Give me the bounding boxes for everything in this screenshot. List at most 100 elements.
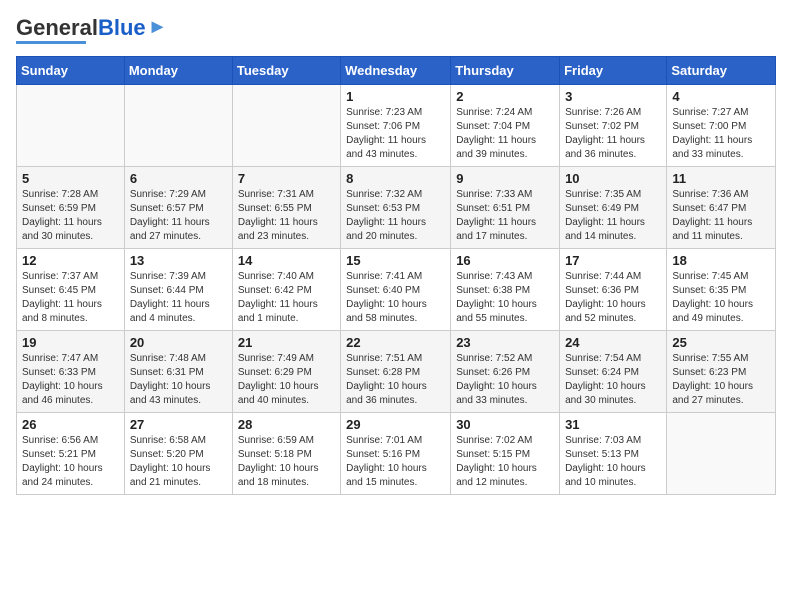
calendar-day-cell: 25 Sunrise: 7:55 AM Sunset: 6:23 PM Dayli… <box>667 331 776 413</box>
day-info: Sunrise: 7:27 AM Sunset: 7:00 PM Dayligh… <box>672 106 770 162</box>
calendar-day-cell: 12Sunrise: 7:37 AM Sunset: 6:45 PM Dayli… <box>17 249 125 331</box>
weekday-header-friday: Friday <box>560 57 667 85</box>
day-info: Sunrise: 7:03 AM Sunset: 5:13 PM Dayligh… <box>565 434 661 490</box>
day-number: 15 <box>346 253 445 268</box>
day-number: 7 <box>238 171 335 186</box>
day-number: 8 <box>346 171 445 186</box>
day-number: 30 <box>456 417 554 432</box>
day-number: 20 <box>130 335 227 350</box>
weekday-header-saturday: Saturday <box>667 57 776 85</box>
calendar-week-row: 19 Sunrise: 7:47 AM Sunset: 6:33 PM Dayli… <box>17 331 776 413</box>
day-number: 24 <box>565 335 661 350</box>
day-number: 18 <box>672 253 770 268</box>
calendar-empty-cell <box>667 413 776 495</box>
calendar-day-cell: 3 Sunrise: 7:26 AM Sunset: 7:02 PM Daylig… <box>560 85 667 167</box>
calendar-day-cell: 28Sunrise: 6:59 AM Sunset: 5:18 PM Dayli… <box>232 413 340 495</box>
day-info: Sunrise: 7:24 AM Sunset: 7:04 PM Dayligh… <box>456 106 554 162</box>
calendar-day-cell: 21Sunrise: 7:49 AM Sunset: 6:29 PM Dayli… <box>232 331 340 413</box>
calendar-table: SundayMondayTuesdayWednesdayThursdayFrid… <box>16 56 776 495</box>
day-number: 1 <box>346 89 445 104</box>
day-info: Sunrise: 7:32 AM Sunset: 6:53 PM Dayligh… <box>346 188 445 244</box>
day-number: 27 <box>130 417 227 432</box>
logo-text: GeneralBlue <box>16 17 146 39</box>
logo-underline <box>16 41 86 44</box>
day-number: 6 <box>130 171 227 186</box>
calendar-day-cell: 1 Sunrise: 7:23 AM Sunset: 7:06 PM Daylig… <box>341 85 451 167</box>
calendar-empty-cell <box>124 85 232 167</box>
day-number: 4 <box>672 89 770 104</box>
calendar-day-cell: 31 Sunrise: 7:03 AM Sunset: 5:13 PM Dayli… <box>560 413 667 495</box>
calendar-day-cell: 16 Sunrise: 7:43 AM Sunset: 6:38 PM Dayli… <box>451 249 560 331</box>
day-number: 11 <box>672 171 770 186</box>
day-info: Sunrise: 6:56 AM Sunset: 5:21 PM Dayligh… <box>22 434 119 490</box>
day-info: Sunrise: 7:02 AM Sunset: 5:15 PM Dayligh… <box>456 434 554 490</box>
calendar-day-cell: 17Sunrise: 7:44 AM Sunset: 6:36 PM Dayli… <box>560 249 667 331</box>
day-info: Sunrise: 7:45 AM Sunset: 6:35 PM Dayligh… <box>672 270 770 326</box>
calendar-day-cell: 24 Sunrise: 7:54 AM Sunset: 6:24 PM Dayli… <box>560 331 667 413</box>
day-number: 3 <box>565 89 661 104</box>
day-number: 9 <box>456 171 554 186</box>
day-info: Sunrise: 7:33 AM Sunset: 6:51 PM Dayligh… <box>456 188 554 244</box>
calendar-day-cell: 20Sunrise: 7:48 AM Sunset: 6:31 PM Dayli… <box>124 331 232 413</box>
day-info: Sunrise: 7:49 AM Sunset: 6:29 PM Dayligh… <box>238 352 335 408</box>
day-number: 19 <box>22 335 119 350</box>
calendar-empty-cell <box>232 85 340 167</box>
calendar-day-cell: 6 Sunrise: 7:29 AM Sunset: 6:57 PM Daylig… <box>124 167 232 249</box>
weekday-header-wednesday: Wednesday <box>341 57 451 85</box>
day-number: 25 <box>672 335 770 350</box>
day-info: Sunrise: 7:40 AM Sunset: 6:42 PM Dayligh… <box>238 270 335 326</box>
day-number: 16 <box>456 253 554 268</box>
day-number: 23 <box>456 335 554 350</box>
day-info: Sunrise: 7:47 AM Sunset: 6:33 PM Dayligh… <box>22 352 119 408</box>
weekday-header-tuesday: Tuesday <box>232 57 340 85</box>
calendar-day-cell: 27 Sunrise: 6:58 AM Sunset: 5:20 PM Dayli… <box>124 413 232 495</box>
day-info: Sunrise: 7:01 AM Sunset: 5:16 PM Dayligh… <box>346 434 445 490</box>
day-info: Sunrise: 7:26 AM Sunset: 7:02 PM Dayligh… <box>565 106 661 162</box>
calendar-week-row: 12Sunrise: 7:37 AM Sunset: 6:45 PM Dayli… <box>17 249 776 331</box>
calendar-day-cell: 18 Sunrise: 7:45 AM Sunset: 6:35 PM Dayli… <box>667 249 776 331</box>
weekday-header-monday: Monday <box>124 57 232 85</box>
day-info: Sunrise: 7:51 AM Sunset: 6:28 PM Dayligh… <box>346 352 445 408</box>
day-info: Sunrise: 7:43 AM Sunset: 6:38 PM Dayligh… <box>456 270 554 326</box>
day-info: Sunrise: 7:31 AM Sunset: 6:55 PM Dayligh… <box>238 188 335 244</box>
day-info: Sunrise: 7:28 AM Sunset: 6:59 PM Dayligh… <box>22 188 119 244</box>
calendar-day-cell: 23 Sunrise: 7:52 AM Sunset: 6:26 PM Dayli… <box>451 331 560 413</box>
calendar-empty-cell <box>17 85 125 167</box>
day-info: Sunrise: 7:52 AM Sunset: 6:26 PM Dayligh… <box>456 352 554 408</box>
day-number: 31 <box>565 417 661 432</box>
calendar-day-cell: 19 Sunrise: 7:47 AM Sunset: 6:33 PM Dayli… <box>17 331 125 413</box>
logo: GeneralBlue ► <box>16 16 167 44</box>
weekday-header-sunday: Sunday <box>17 57 125 85</box>
day-info: Sunrise: 7:41 AM Sunset: 6:40 PM Dayligh… <box>346 270 445 326</box>
calendar-day-cell: 5 Sunrise: 7:28 AM Sunset: 6:59 PM Daylig… <box>17 167 125 249</box>
day-info: Sunrise: 7:44 AM Sunset: 6:36 PM Dayligh… <box>565 270 661 326</box>
calendar-day-cell: 13 Sunrise: 7:39 AM Sunset: 6:44 PM Dayli… <box>124 249 232 331</box>
calendar-day-cell: 30 Sunrise: 7:02 AM Sunset: 5:15 PM Dayli… <box>451 413 560 495</box>
calendar-day-cell: 29Sunrise: 7:01 AM Sunset: 5:16 PM Dayli… <box>341 413 451 495</box>
day-number: 5 <box>22 171 119 186</box>
calendar-day-cell: 14Sunrise: 7:40 AM Sunset: 6:42 PM Dayli… <box>232 249 340 331</box>
day-info: Sunrise: 7:39 AM Sunset: 6:44 PM Dayligh… <box>130 270 227 326</box>
day-info: Sunrise: 7:54 AM Sunset: 6:24 PM Dayligh… <box>565 352 661 408</box>
calendar-day-cell: 2 Sunrise: 7:24 AM Sunset: 7:04 PM Daylig… <box>451 85 560 167</box>
weekday-header-row: SundayMondayTuesdayWednesdayThursdayFrid… <box>17 57 776 85</box>
day-number: 12 <box>22 253 119 268</box>
day-number: 26 <box>22 417 119 432</box>
day-info: Sunrise: 7:55 AM Sunset: 6:23 PM Dayligh… <box>672 352 770 408</box>
page-header: GeneralBlue ► <box>16 16 776 44</box>
calendar-day-cell: 9 Sunrise: 7:33 AM Sunset: 6:51 PM Daylig… <box>451 167 560 249</box>
day-info: Sunrise: 6:58 AM Sunset: 5:20 PM Dayligh… <box>130 434 227 490</box>
day-info: Sunrise: 7:29 AM Sunset: 6:57 PM Dayligh… <box>130 188 227 244</box>
logo-arrow-icon: ► <box>148 16 168 39</box>
calendar-day-cell: 22Sunrise: 7:51 AM Sunset: 6:28 PM Dayli… <box>341 331 451 413</box>
calendar-week-row: 1 Sunrise: 7:23 AM Sunset: 7:06 PM Daylig… <box>17 85 776 167</box>
calendar-day-cell: 15 Sunrise: 7:41 AM Sunset: 6:40 PM Dayli… <box>341 249 451 331</box>
day-number: 2 <box>456 89 554 104</box>
calendar-day-cell: 7 Sunrise: 7:31 AM Sunset: 6:55 PM Daylig… <box>232 167 340 249</box>
calendar-day-cell: 4 Sunrise: 7:27 AM Sunset: 7:00 PM Daylig… <box>667 85 776 167</box>
day-number: 13 <box>130 253 227 268</box>
day-info: Sunrise: 7:35 AM Sunset: 6:49 PM Dayligh… <box>565 188 661 244</box>
day-number: 28 <box>238 417 335 432</box>
day-info: Sunrise: 7:23 AM Sunset: 7:06 PM Dayligh… <box>346 106 445 162</box>
calendar-day-cell: 10Sunrise: 7:35 AM Sunset: 6:49 PM Dayli… <box>560 167 667 249</box>
